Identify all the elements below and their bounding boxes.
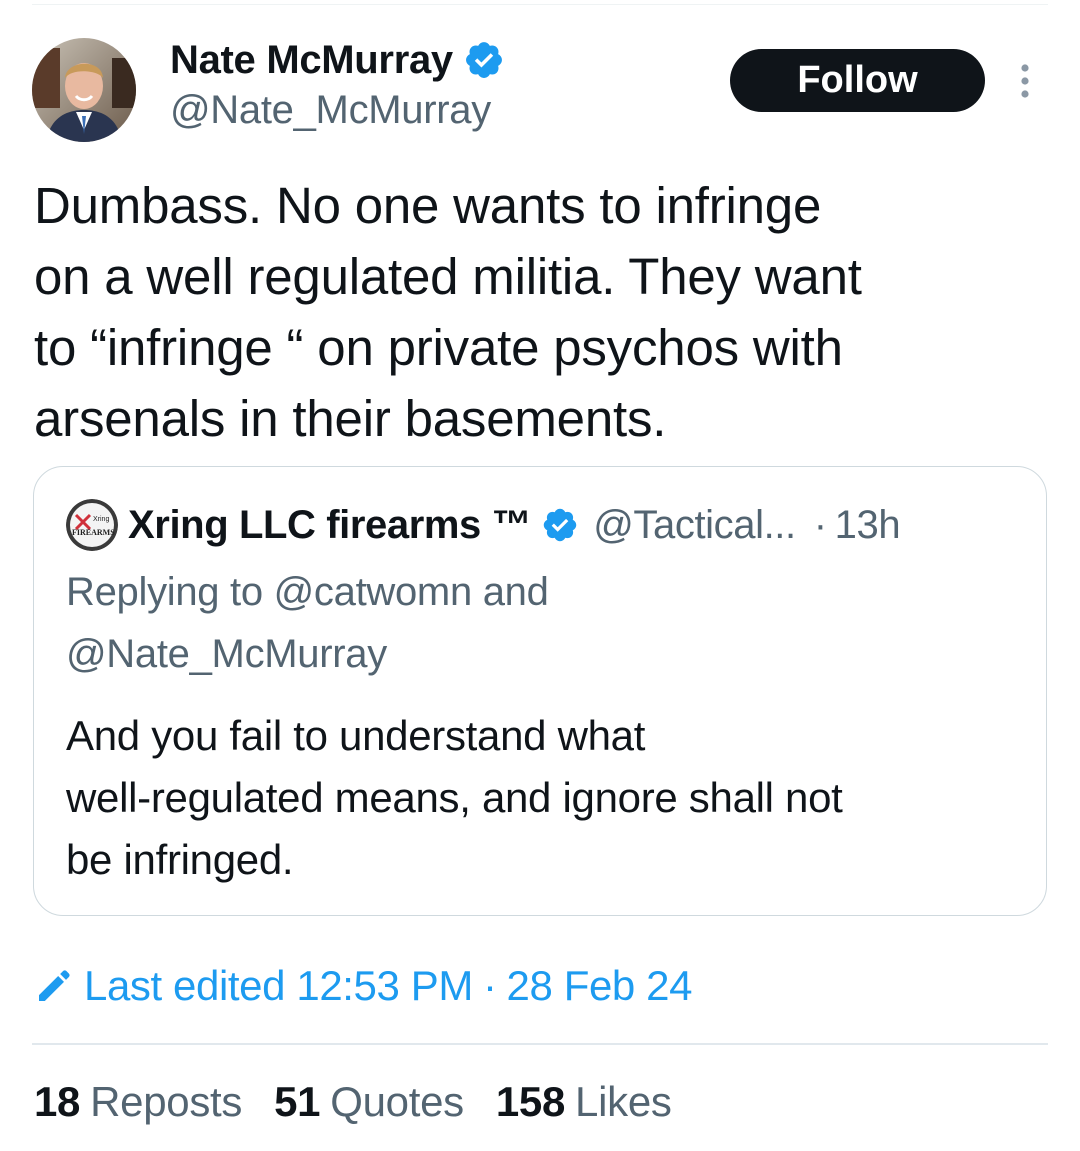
tweet-text-line: on a well regulated militia. They want <box>34 248 862 305</box>
quoted-tweet-card[interactable]: Xring FIREARMS Xring LLC firearms ™ @Tac… <box>33 466 1047 916</box>
quoted-author-display-name: Xring LLC firearms ™ <box>128 502 532 547</box>
reposts-stat[interactable]: 18 Reposts <box>34 1078 242 1126</box>
pencil-icon <box>39 970 70 1001</box>
last-edited-label: Last edited 12:53 PM <box>84 962 473 1009</box>
quoted-tweet-header: Xring FIREARMS Xring LLC firearms ™ @Tac… <box>66 499 901 551</box>
quoted-author-avatar[interactable]: Xring FIREARMS <box>66 499 118 551</box>
quoted-tweet-text: And you fail to understand what well-reg… <box>66 705 843 891</box>
quoted-time-separator: · <box>813 502 827 547</box>
last-edited-link[interactable]: Last edited 12:53 PM · 28 Feb 24 <box>34 958 692 1014</box>
stats-divider <box>32 1043 1048 1045</box>
quoted-author-handle: @Tactical... <box>593 502 796 547</box>
quoted-avatar-logo-text: Xring <box>93 516 109 523</box>
author-handle[interactable]: @Nate_McMurray <box>170 88 491 133</box>
author-display-name: Nate McMurray <box>170 37 453 82</box>
likes-stat[interactable]: 158 Likes <box>496 1078 672 1126</box>
verified-badge-icon <box>465 42 502 78</box>
more-vertical-icon[interactable] <box>1010 62 1040 102</box>
quotes-count: 51 <box>274 1078 321 1125</box>
engagement-stats: 18 Reposts 51 Quotes 158 Likes <box>34 1078 704 1126</box>
follow-button[interactable]: Follow <box>730 49 985 112</box>
tweet-text-line: to “infringe “ on private psychos with <box>34 319 843 376</box>
quoted-avatar-logo-text: FIREARMS <box>72 528 115 537</box>
quoted-replying-line: @Nate_McMurray <box>66 632 387 676</box>
likes-label: Likes <box>575 1078 672 1125</box>
last-edited-date: 28 Feb 24 <box>506 962 693 1009</box>
last-edited-separator: · <box>482 962 497 1009</box>
quoted-timestamp: 13h <box>834 502 901 547</box>
quotes-stat[interactable]: 51 Quotes <box>274 1078 464 1126</box>
reposts-label: Reposts <box>90 1078 243 1125</box>
quoted-text-line: be infringed. <box>66 836 294 883</box>
reposts-count: 18 <box>34 1078 81 1125</box>
likes-count: 158 <box>495 1078 566 1125</box>
quoted-replying-to: Replying to @catwomn and @Nate_McMurray <box>66 561 549 685</box>
quoted-text-line: And you fail to understand what <box>66 712 646 759</box>
author-name-row[interactable]: Nate McMurray <box>170 34 505 86</box>
tweet-text-line: arsenals in their basements. <box>34 390 667 447</box>
quoted-text-line: well-regulated means, and ignore shall n… <box>66 774 843 821</box>
verified-badge-icon <box>543 508 577 542</box>
tweet-text: Dumbass. No one wants to infringe on a w… <box>34 170 1044 454</box>
quoted-replying-line: Replying to @catwomn and <box>66 570 549 614</box>
tweet-text-line: Dumbass. No one wants to infringe <box>34 177 822 234</box>
top-divider <box>32 4 1048 5</box>
quotes-label: Quotes <box>330 1078 464 1125</box>
author-avatar[interactable] <box>32 38 136 142</box>
